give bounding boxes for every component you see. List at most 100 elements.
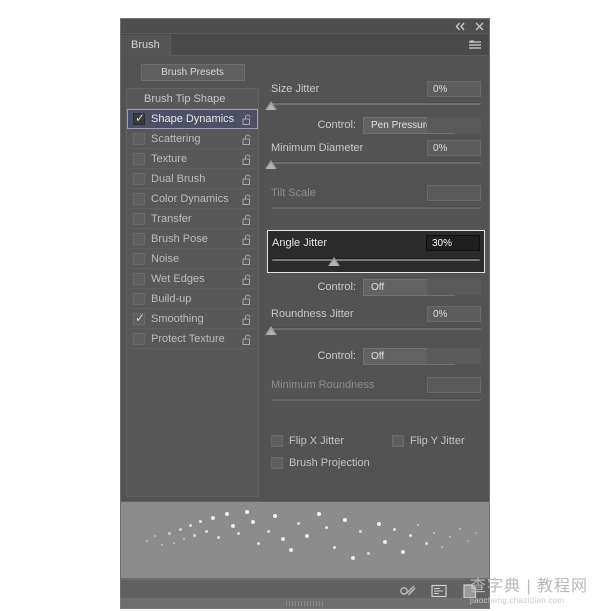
unlock-icon[interactable] [242, 133, 253, 145]
slider-thumb[interactable] [265, 101, 277, 110]
checkbox-brush-pose[interactable] [133, 232, 145, 245]
sidebar-item-build-up[interactable]: Build-up [127, 289, 258, 309]
sidebar-item-texture[interactable]: Texture [127, 149, 258, 169]
sidebar-item-brush-pose[interactable]: Brush Pose [127, 229, 258, 249]
flip-options: Flip X Jitter Flip Y Jitter Brush Projec… [266, 425, 486, 474]
minimum-diameter-row: Minimum Diameter 0% [266, 137, 486, 159]
flip-row-1: Flip X Jitter Flip Y Jitter [271, 430, 481, 452]
sidebar-item-label: Brush Pose [151, 232, 208, 245]
flip-y-jitter-label: Flip Y Jitter [410, 435, 465, 447]
minimum-diameter-slider[interactable] [265, 159, 481, 172]
checkbox-scattering[interactable] [133, 132, 145, 145]
brush-presets-label: Brush Presets [161, 66, 224, 78]
checkbox-flip-y-jitter[interactable] [392, 435, 405, 447]
brush-projection-label: Brush Projection [289, 457, 370, 469]
panel-tabstrip: Brush [121, 34, 489, 56]
shape-dynamics-options: Size Jitter 0% Control: Pen Pressure Min… [265, 56, 486, 501]
collapse-icon[interactable] [454, 20, 466, 32]
sidebar-item-protect-texture[interactable]: Protect Texture [127, 329, 258, 349]
flip-y-jitter-item[interactable]: Flip Y Jitter [392, 435, 465, 447]
tab-brush[interactable]: Brush [121, 35, 171, 56]
checkbox-flip-x-jitter[interactable] [271, 435, 283, 447]
checkbox-wet-edges[interactable] [133, 272, 145, 285]
brush-tip-shape-header[interactable]: Brush Tip Shape [127, 89, 258, 109]
panel-menu-icon[interactable] [466, 38, 484, 52]
brush-presets-button[interactable]: Brush Presets [140, 63, 245, 81]
size-control-label: Control: [317, 119, 356, 131]
unlock-icon[interactable] [242, 313, 253, 325]
slider-thumb[interactable] [328, 257, 341, 266]
unlock-icon[interactable] [242, 213, 253, 225]
slider-thumb[interactable] [265, 326, 277, 335]
slider-track [271, 161, 481, 164]
sidebar-item-noise[interactable]: Noise [127, 249, 258, 269]
close-icon[interactable] [473, 20, 485, 32]
tilt-scale-value [427, 185, 481, 201]
slider-track [271, 206, 481, 209]
angle-control-tail [427, 279, 481, 295]
sidebar-item-smoothing[interactable]: ✓ Smoothing [127, 309, 258, 329]
angle-control-value: Off [371, 281, 385, 293]
tilt-scale-row: Tilt Scale [266, 182, 486, 204]
size-jitter-label: Size Jitter [271, 83, 320, 95]
checkbox-transfer[interactable] [133, 212, 145, 225]
checkbox-protect-texture[interactable] [133, 332, 145, 345]
roundness-control-row: Control: Off [266, 344, 486, 368]
unlock-icon[interactable] [242, 173, 253, 185]
roundness-jitter-slider[interactable] [265, 325, 481, 338]
flip-x-jitter-item[interactable]: Flip X Jitter [271, 435, 344, 447]
minimum-roundness-slider [271, 396, 481, 409]
checkbox-shape-dynamics[interactable]: ✓ [133, 112, 145, 125]
sidebar-item-shape-dynamics[interactable]: ✓ Shape Dynamics [127, 109, 258, 129]
unlock-icon[interactable] [242, 333, 253, 345]
minimum-roundness-label: Minimum Roundness [271, 379, 375, 391]
slider-thumb[interactable] [265, 160, 277, 169]
checkbox-color-dynamics[interactable] [133, 192, 145, 205]
slider-track [271, 102, 481, 105]
sidebar-item-label: Transfer [151, 212, 192, 225]
panel-body: Brush Presets Brush Tip Shape ✓ Shape Dy… [121, 56, 489, 501]
size-jitter-row: Size Jitter 0% [266, 78, 486, 100]
checkbox-smoothing[interactable]: ✓ [133, 312, 145, 325]
sidebar-item-scattering[interactable]: Scattering [127, 129, 258, 149]
sidebar-item-color-dynamics[interactable]: Color Dynamics [127, 189, 258, 209]
unlock-icon[interactable] [242, 233, 253, 245]
panel-titlebar[interactable] [121, 19, 489, 34]
sidebar-item-label: Build-up [151, 292, 192, 305]
checkbox-texture[interactable] [133, 152, 145, 165]
brush-projection-item[interactable]: Brush Projection [271, 457, 370, 469]
slider-track [271, 327, 481, 330]
checkbox-noise[interactable] [133, 252, 145, 265]
sidebar-item-dual-brush[interactable]: Dual Brush [127, 169, 258, 189]
roundness-jitter-value[interactable]: 0% [427, 306, 481, 322]
size-control-tail [427, 117, 481, 133]
unlock-icon[interactable] [242, 193, 253, 205]
checkbox-dual-brush[interactable] [133, 172, 145, 185]
sidebar-item-label: Noise [151, 252, 180, 265]
unlock-icon[interactable] [242, 113, 253, 125]
sidebar-item-label: Texture [151, 152, 188, 165]
roundness-control-label: Control: [317, 350, 356, 362]
brush-stroke-preview [121, 501, 489, 579]
sidebar-item-label: Smoothing [151, 312, 204, 325]
sidebar-item-label: Wet Edges [151, 272, 205, 285]
unlock-icon[interactable] [242, 293, 253, 305]
panel-resize-grip[interactable] [120, 598, 490, 609]
sidebar-item-transfer[interactable]: Transfer [127, 209, 258, 229]
checkbox-brush-projection[interactable] [271, 457, 283, 469]
minimum-roundness-value [427, 377, 481, 393]
unlock-icon[interactable] [242, 253, 253, 265]
unlock-icon[interactable] [242, 273, 253, 285]
angle-jitter-group[interactable]: Angle Jitter 30% [267, 230, 485, 273]
size-jitter-slider[interactable] [265, 100, 481, 113]
sidebar-item-wet-edges[interactable]: Wet Edges [127, 269, 258, 289]
angle-jitter-value[interactable]: 30% [426, 235, 480, 251]
unlock-icon[interactable] [242, 153, 253, 165]
checkbox-build-up[interactable] [133, 292, 145, 305]
sidebar-item-label: Shape Dynamics [151, 112, 235, 125]
angle-jitter-slider[interactable] [272, 256, 480, 271]
size-jitter-value[interactable]: 0% [427, 81, 481, 97]
grip-lines-icon [286, 600, 324, 606]
sidebar-item-label: Dual Brush [151, 172, 206, 185]
minimum-diameter-value[interactable]: 0% [427, 140, 481, 156]
